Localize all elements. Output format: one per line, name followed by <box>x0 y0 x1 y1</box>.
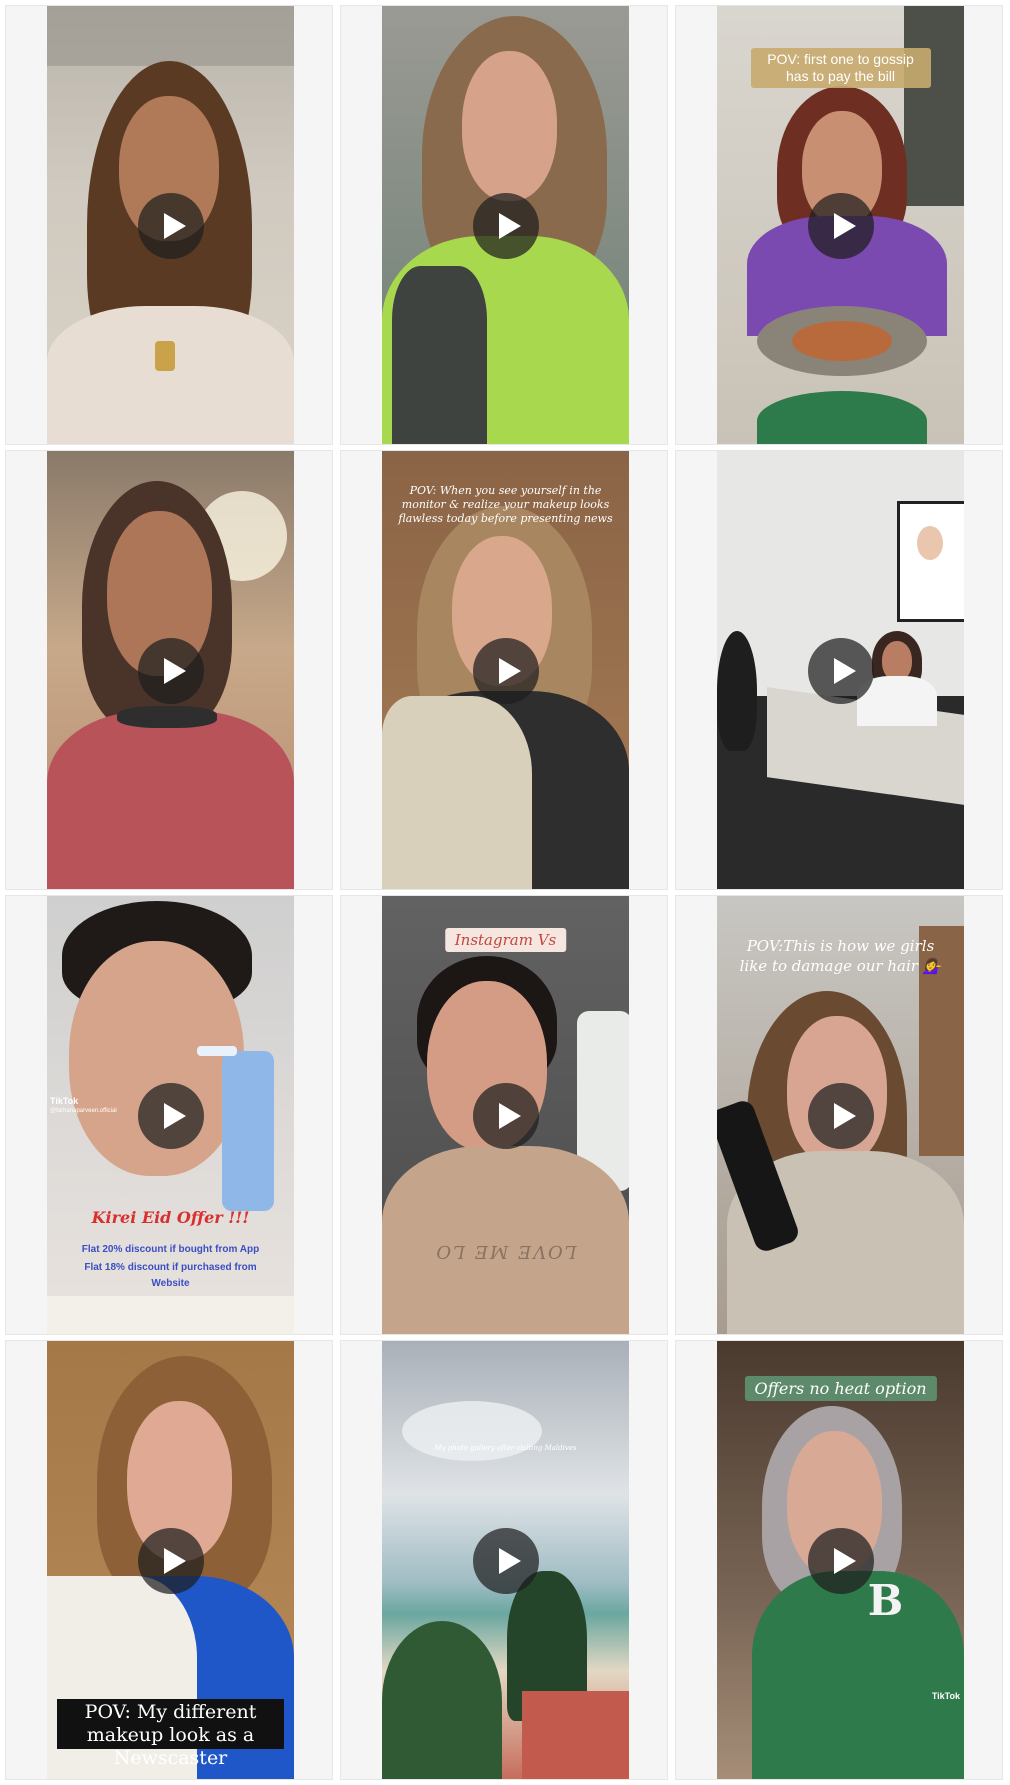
play-icon <box>472 193 539 259</box>
video-caption: POV: My different makeup look as a Newsc… <box>84 1701 257 1769</box>
video-card <box>5 5 333 445</box>
play-icon <box>472 1528 539 1594</box>
video-thumbnail[interactable]: TikTok @farhanaparveen.official Kirei Ei… <box>47 896 294 1334</box>
video-caption: POV: first one to gossip has to pay the … <box>750 48 931 88</box>
video-caption: Offers no heat option <box>744 1376 937 1401</box>
video-thumbnail[interactable]: POV: My different makeup look as a Newsc… <box>47 1341 294 1779</box>
video-card: LOVE ME LO Instagram Vs <box>340 895 668 1335</box>
play-icon <box>472 638 539 704</box>
video-caption: Instagram Vs <box>444 928 567 952</box>
offer-line-1: Flat 20% discount if bought from App <box>81 1244 260 1255</box>
tiktok-watermark: TikTok <box>931 1691 960 1701</box>
video-thumbnail[interactable]: B TikTok Offers no heat option <box>717 1341 964 1779</box>
play-icon <box>807 638 874 704</box>
video-card: My photo gallery after visiting Maldives <box>340 1340 668 1780</box>
video-card <box>340 5 668 445</box>
play-icon <box>807 1528 874 1594</box>
video-thumbnail[interactable]: POV:This is how we girls like to damage … <box>717 896 964 1334</box>
video-caption: POV: When you see yourself in the monito… <box>398 484 613 525</box>
video-card: POV: When you see yourself in the monito… <box>340 450 668 890</box>
play-icon <box>137 1528 204 1594</box>
tiktok-username: @farhanaparveen.official <box>50 1108 117 1114</box>
video-card: B TikTok Offers no heat option <box>675 1340 1003 1780</box>
video-thumbnail[interactable]: My photo gallery after visiting Maldives <box>382 1341 629 1779</box>
video-card: POV:This is how we girls like to damage … <box>675 895 1003 1335</box>
video-thumbnail[interactable] <box>382 6 629 444</box>
video-card: POV: My different makeup look as a Newsc… <box>5 1340 333 1780</box>
play-icon <box>137 638 204 704</box>
video-caption: My photo gallery after visiting Maldives <box>434 1444 577 1452</box>
video-thumbnail[interactable] <box>47 451 294 889</box>
play-icon <box>472 1083 539 1149</box>
play-icon <box>137 1083 204 1149</box>
video-thumbnail[interactable]: LOVE ME LO Instagram Vs <box>382 896 629 1334</box>
video-thumbnail[interactable] <box>47 6 294 444</box>
video-thumbnail[interactable]: POV: first one to gossip has to pay the … <box>717 6 964 444</box>
video-card <box>5 450 333 890</box>
video-card: TikTok @farhanaparveen.official Kirei Ei… <box>5 895 333 1335</box>
video-thumbnail[interactable]: POV: When you see yourself in the monito… <box>382 451 629 889</box>
video-grid: POV: first one to gossip has to pay the … <box>0 0 1010 1785</box>
tiktok-watermark: TikTok <box>50 1096 79 1106</box>
video-thumbnail[interactable] <box>717 451 964 889</box>
offer-line-2: Flat 18% discount if purchased from Webs… <box>84 1262 257 1289</box>
play-icon <box>137 193 204 259</box>
video-card <box>675 450 1003 890</box>
shirt-text: LOVE ME LO <box>434 1241 577 1262</box>
video-card: POV: first one to gossip has to pay the … <box>675 5 1003 445</box>
video-caption: POV:This is how we girls like to damage … <box>739 937 942 975</box>
play-icon <box>807 193 874 259</box>
offer-title: Kirei Eid Offer !!! <box>91 1208 250 1227</box>
play-icon <box>807 1083 874 1149</box>
